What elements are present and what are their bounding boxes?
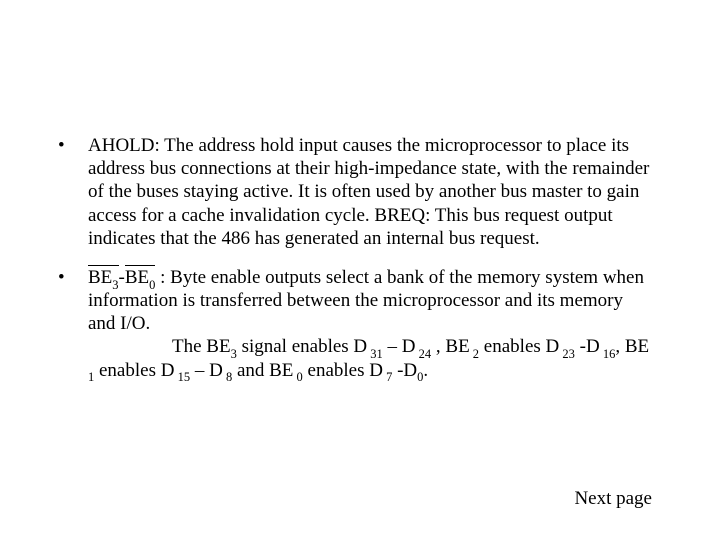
- l2-s1: 3: [231, 347, 237, 361]
- l3-s4: 8: [223, 370, 232, 384]
- l2-s4: 2: [470, 347, 479, 361]
- l3-s7: 0: [417, 370, 423, 384]
- bullet-be: BE3-BE0 : Byte enable outputs select a b…: [56, 266, 652, 382]
- l3-a: -D: [575, 336, 600, 357]
- be-rest1: : Byte enable outputs select a bank of t…: [88, 267, 644, 334]
- l3-e: and BE: [232, 360, 293, 381]
- l3-s1: 16: [600, 347, 616, 361]
- next-page-link[interactable]: Next page: [574, 487, 652, 510]
- l3-s6: 7: [383, 370, 392, 384]
- be3-sub: 3: [112, 278, 118, 292]
- slide: AHOLD: The address hold input causes the…: [0, 0, 720, 540]
- be3-sig-text: BE: [88, 267, 112, 288]
- be0-sig-text: BE: [125, 267, 149, 288]
- l3-s5: 0: [293, 370, 302, 384]
- next-page-text: Next page: [574, 488, 652, 509]
- l2-pre: The BE: [172, 336, 231, 357]
- l2-d: enables D: [479, 336, 559, 357]
- l3-s3: 15: [174, 370, 190, 384]
- l3-b: , BE: [615, 336, 649, 357]
- ahold-text: AHOLD: The address hold input causes the…: [88, 135, 649, 249]
- l3-s2: 1: [88, 370, 94, 384]
- l2-b: – D: [383, 336, 416, 357]
- l2-s3: 24: [416, 347, 432, 361]
- l2-c: , BE: [431, 336, 470, 357]
- overbar-spacer: [88, 250, 652, 260]
- bullet-list: AHOLD: The address hold input causes the…: [56, 134, 652, 388]
- l2-a: signal enables D: [237, 336, 367, 357]
- l3-g: -D: [392, 360, 417, 381]
- bullet-ahold: AHOLD: The address hold input causes the…: [56, 134, 652, 260]
- be0-signal: BE0: [125, 266, 156, 289]
- l2-s5: 23: [559, 347, 575, 361]
- l3-h: .: [423, 360, 428, 381]
- be3-signal: BE3: [88, 266, 119, 289]
- l3-d: – D: [190, 360, 223, 381]
- l3-c: enables D: [94, 360, 174, 381]
- l3-f: enables D: [303, 360, 383, 381]
- be0-sub: 0: [149, 278, 155, 292]
- l2-s2: 31: [367, 347, 383, 361]
